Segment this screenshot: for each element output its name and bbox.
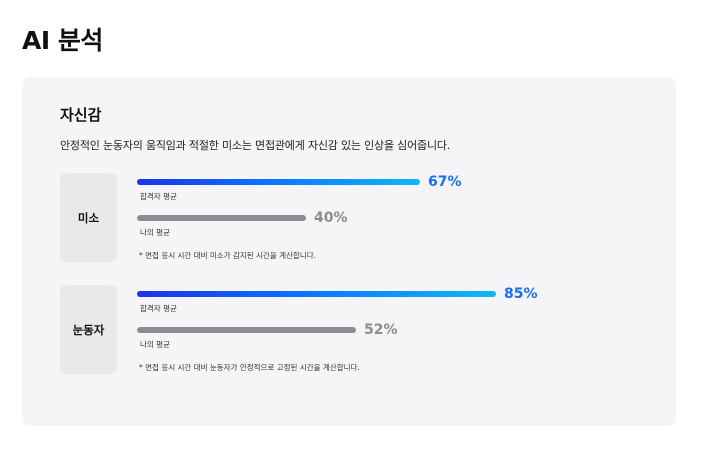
- my-average-caption: 나의 평균: [140, 228, 170, 237]
- pass-average-caption: 합격자 평균: [140, 304, 177, 313]
- metric-footnote: * 면접 응시 시간 대비 미소가 감지된 시간을 계산합니다.: [139, 251, 317, 260]
- my-average-caption: 나의 평균: [140, 340, 170, 349]
- my-average-bar: [137, 215, 306, 221]
- section-description: 안정적인 눈동자의 움직임과 적절한 미소는 면접관에게 자신감 있는 인상을 …: [60, 139, 451, 152]
- metric-label: 눈동자: [60, 285, 117, 374]
- my-average-bar: [137, 327, 356, 333]
- my-bar-row: 40%: [137, 210, 637, 228]
- metric-footnote: * 면접 응시 시간 대비 눈동자가 안정적으로 고정된 시간을 계산합니다.: [139, 363, 360, 372]
- my-average-value: 52%: [364, 322, 398, 338]
- pass-average-bar: [137, 291, 496, 297]
- section-title: 자신감: [60, 106, 102, 124]
- pass-average-value: 85%: [504, 286, 538, 302]
- confidence-card: 자신감 안정적인 눈동자의 움직임과 적절한 미소는 면접관에게 자신감 있는 …: [22, 77, 676, 426]
- my-average-value: 40%: [314, 210, 348, 226]
- pass-bar-row: 85%: [137, 286, 637, 304]
- pass-average-value: 67%: [428, 174, 462, 190]
- page-title: AI 분석: [22, 26, 103, 55]
- metric-smile: 미소 67% 합격자 평균 40% 나의 평균 * 면접 응시 시간 대비 미소…: [60, 173, 640, 273]
- metric-label: 미소: [60, 173, 117, 262]
- pass-bar-row: 67%: [137, 174, 637, 192]
- pass-average-caption: 합격자 평균: [140, 192, 177, 201]
- pass-average-bar: [137, 179, 420, 185]
- my-bar-row: 52%: [137, 322, 637, 340]
- metric-eyes: 눈동자 85% 합격자 평균 52% 나의 평균 * 면접 응시 시간 대비 눈…: [60, 285, 640, 385]
